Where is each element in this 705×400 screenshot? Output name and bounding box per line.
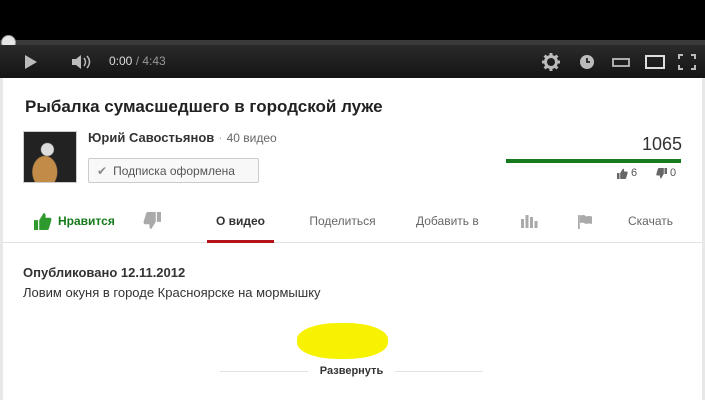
tab-share[interactable]: Поделиться <box>296 199 389 243</box>
tab-about[interactable]: О видео <box>207 199 274 243</box>
fullscreen-icon <box>678 53 696 70</box>
large-player-icon <box>645 54 665 69</box>
fullscreen-button[interactable] <box>674 45 700 78</box>
video-description: Ловим окуня в городе Красноярске на морм… <box>23 285 321 300</box>
settings-button[interactable] <box>538 45 564 78</box>
large-player-button[interactable] <box>641 45 669 78</box>
dislikes-count: 0 <box>656 167 676 179</box>
thumbs-up-icon <box>617 168 628 179</box>
like-ratio-bar <box>506 159 681 163</box>
tab-statistics[interactable] <box>520 199 538 243</box>
flag-icon <box>578 214 592 229</box>
play-button[interactable] <box>14 45 48 78</box>
player-controls: 0:00 / 4:43 <box>0 45 705 78</box>
like-button[interactable]: Нравится <box>34 199 115 243</box>
video-info-card: Рыбалка сумасшедшего в городской луже Юр… <box>3 78 702 400</box>
duration: / 4:43 <box>135 54 166 68</box>
share-highlight <box>297 323 388 359</box>
time-display: 0:00 / 4:43 <box>109 54 166 68</box>
small-player-button[interactable] <box>608 45 634 78</box>
video-frame[interactable] <box>0 0 705 40</box>
volume-icon <box>72 54 91 69</box>
divider-left <box>220 370 308 372</box>
video-count[interactable]: 40 видео <box>227 131 277 145</box>
subscribe-button[interactable]: ✔ Подписка оформлена <box>88 158 259 183</box>
thumbs-down-icon <box>656 167 667 178</box>
dislikes-value: 0 <box>670 167 677 179</box>
like-label: Нравится <box>58 214 115 228</box>
view-count: 1065 <box>641 134 682 154</box>
volume-button[interactable] <box>66 45 100 78</box>
play-icon <box>25 54 37 69</box>
tab-download[interactable]: Скачать <box>628 199 673 243</box>
small-player-icon <box>612 57 630 67</box>
action-bar: Нравится О видео Поделиться Добавить в С… <box>3 199 702 359</box>
likes-value: 6 <box>631 167 638 179</box>
subscribe-label: Подписка оформлена <box>113 163 235 178</box>
settings-icon <box>542 52 560 71</box>
dislike-button[interactable] <box>143 199 161 243</box>
tab-add-to[interactable]: Добавить в <box>416 199 479 243</box>
expand-control[interactable]: Развернуть <box>220 363 484 379</box>
tab-report[interactable] <box>577 199 593 243</box>
likes-count: 6 <box>617 167 637 179</box>
channel-info: Юрий Савостьянов · 40 видео <box>88 130 277 145</box>
active-tab-underline <box>207 240 274 243</box>
expand-label[interactable]: Развернуть <box>320 365 383 377</box>
channel-name[interactable]: Юрий Савостьянов <box>88 130 214 145</box>
video-title: Рыбалка сумасшедшего в городской луже <box>25 97 383 116</box>
channel-avatar[interactable] <box>23 131 77 183</box>
watch-later-icon <box>580 54 594 69</box>
published-date: Опубликовано 12.11.2012 <box>23 265 186 280</box>
statistics-icon <box>521 215 538 228</box>
watch-later-button[interactable] <box>574 45 600 78</box>
channel-separator: · <box>218 130 223 145</box>
thumbs-down-icon <box>143 212 161 230</box>
divider-right <box>395 370 484 372</box>
checkmark-icon: ✔ <box>97 163 108 178</box>
thumbs-up-icon <box>34 212 52 230</box>
current-time: 0:00 <box>109 54 133 68</box>
